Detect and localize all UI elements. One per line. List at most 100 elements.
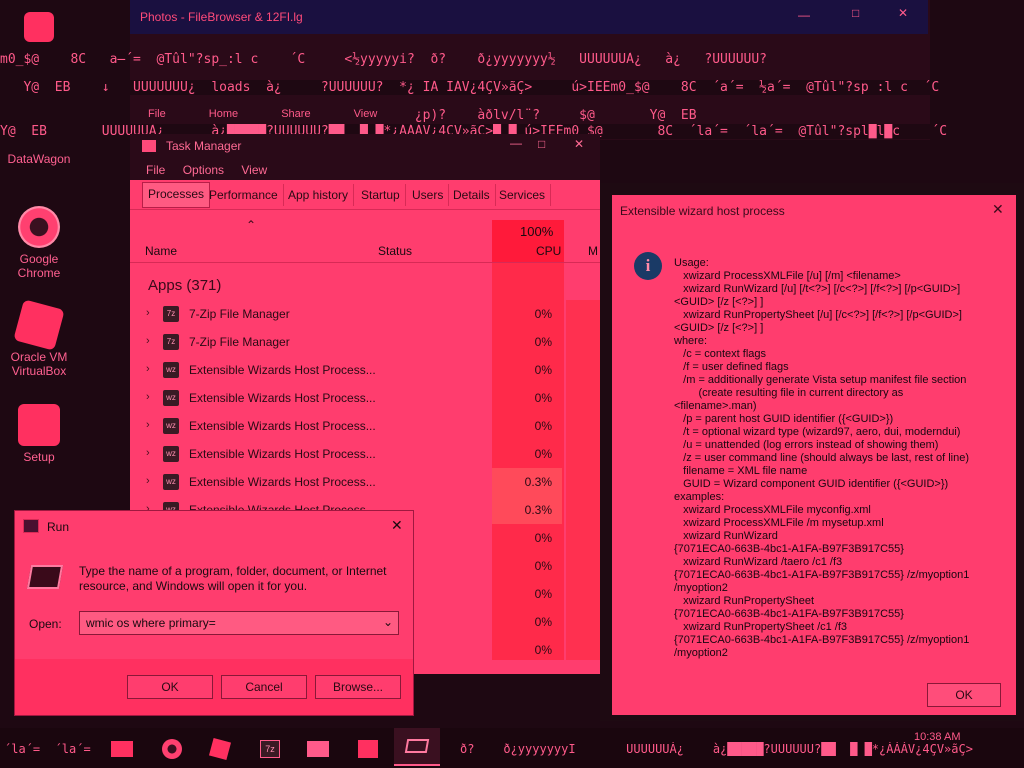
wizard-icon: wz bbox=[163, 418, 179, 434]
xwizard-dialog-body: Extensible wizard host process ✕ i Usage… bbox=[612, 195, 1016, 715]
process-name: 7-Zip File Manager bbox=[189, 335, 290, 349]
tab-users[interactable]: Users bbox=[407, 184, 450, 206]
table-row[interactable]: › wz Extensible Wizards Host Process... 0% bbox=[130, 384, 600, 412]
xwizard-dialog: Extensible wizard host process ✕ i Usage… bbox=[600, 183, 1024, 721]
maximize-icon[interactable]: □ bbox=[852, 6, 859, 20]
menu-file[interactable]: File bbox=[146, 163, 165, 177]
wizard-icon: wz bbox=[163, 446, 179, 462]
datawagon-icon bbox=[24, 12, 54, 42]
virtualbox-icon[interactable] bbox=[202, 734, 238, 764]
process-cpu: 0% bbox=[534, 335, 552, 349]
header-divider bbox=[130, 262, 600, 263]
process-cpu: 0.3% bbox=[492, 468, 562, 496]
column-header-status[interactable]: Status bbox=[378, 244, 412, 258]
process-cpu: 0% bbox=[534, 447, 552, 461]
tm-scrollbar[interactable] bbox=[566, 300, 600, 660]
tm-close-icon[interactable]: ✕ bbox=[574, 137, 584, 151]
tab-performance[interactable]: Performance bbox=[204, 184, 284, 206]
process-cpu: 0% bbox=[534, 559, 552, 573]
setup-icon bbox=[18, 404, 60, 446]
expand-chevron-icon[interactable]: › bbox=[146, 307, 150, 319]
xwizard-message: Usage: xwizard ProcessXMLFile [/u] [/m] … bbox=[674, 257, 970, 659]
chrome-icon[interactable] bbox=[154, 734, 190, 764]
run-browse-button[interactable]: Browse... bbox=[315, 675, 401, 699]
7zip-icon: 7z bbox=[163, 334, 179, 350]
tm-minimize-icon[interactable]: — bbox=[510, 136, 522, 150]
taskbar-garbage-left: ´la´= ´la´= bbox=[4, 742, 91, 756]
setup-icon[interactable] bbox=[350, 734, 386, 764]
expand-chevron-icon[interactable]: › bbox=[146, 419, 150, 431]
table-row[interactable]: › 7z 7-Zip File Manager 0% bbox=[130, 328, 600, 356]
column-header-cpu[interactable]: CPU bbox=[536, 244, 561, 258]
explorer-title: Photos - FileBrowser & 12FI.lg bbox=[140, 10, 303, 24]
process-cpu: 0% bbox=[534, 531, 552, 545]
chrome-icon bbox=[18, 206, 60, 248]
process-name: Extensible Wizards Host Process... bbox=[189, 363, 376, 377]
column-header-memory[interactable]: M bbox=[588, 244, 598, 258]
column-header-name[interactable]: Name bbox=[145, 244, 177, 258]
table-row[interactable]: › wz Extensible Wizards Host Process... 0% bbox=[130, 412, 600, 440]
tab-details[interactable]: Details bbox=[448, 184, 496, 206]
menu-options[interactable]: Options bbox=[183, 163, 224, 177]
tab-startup[interactable]: Startup bbox=[356, 184, 406, 206]
table-row[interactable]: › wz Extensible Wizards Host Process... 0% bbox=[130, 356, 600, 384]
run-command-input[interactable]: wmic os where primary= bbox=[79, 611, 399, 635]
run-ok-button[interactable]: OK bbox=[127, 675, 213, 699]
table-row[interactable]: › wz Extensible Wizards Host Process... 0% bbox=[130, 440, 600, 468]
table-row[interactable]: › 7z 7-Zip File Manager 0% bbox=[130, 300, 600, 328]
desktop-icon-label: Setup bbox=[23, 450, 55, 464]
close-icon[interactable]: ✕ bbox=[898, 6, 908, 20]
process-name: Extensible Wizards Host Process... bbox=[189, 475, 376, 489]
process-name: Extensible Wizards Host Process... bbox=[189, 419, 376, 433]
process-cpu: 0% bbox=[534, 615, 552, 629]
menu-view[interactable]: View bbox=[241, 163, 267, 177]
process-name: Extensible Wizards Host Process... bbox=[189, 447, 376, 461]
tm-maximize-icon[interactable]: □ bbox=[538, 137, 545, 151]
task-manager-icon bbox=[142, 140, 156, 152]
tm-menubar: File Options View bbox=[130, 158, 600, 180]
desktop-icon-label: Google Chrome bbox=[17, 252, 61, 280]
expand-chevron-icon[interactable]: › bbox=[146, 363, 150, 375]
photos-icon[interactable] bbox=[300, 734, 336, 764]
xwizard-close-icon[interactable]: ✕ bbox=[992, 201, 1004, 218]
wizard-icon: wz bbox=[163, 390, 179, 406]
process-cpu: 0% bbox=[534, 643, 552, 657]
tab-services[interactable]: Services bbox=[494, 184, 552, 206]
tab-app-history[interactable]: App history bbox=[283, 184, 355, 206]
process-cpu: 0% bbox=[534, 391, 552, 405]
process-cpu: 0% bbox=[534, 587, 552, 601]
system-clock[interactable]: 10:38 AM bbox=[914, 731, 960, 743]
sort-arrow-icon: ⌃ bbox=[246, 218, 257, 232]
process-cpu: 0% bbox=[534, 363, 552, 377]
xwizard-ok-button[interactable]: OK bbox=[927, 683, 1001, 707]
tab-processes[interactable]: Processes bbox=[142, 182, 211, 208]
run-close-icon[interactable]: ✕ bbox=[391, 517, 403, 534]
desktop-icon-label: DataWagon bbox=[7, 152, 71, 166]
run-description: Type the name of a program, folder, docu… bbox=[79, 564, 387, 593]
7zip-icon: 7z bbox=[163, 306, 179, 322]
table-row[interactable]: › wz Extensible Wizards Host Process... 0.3… bbox=[130, 468, 600, 496]
garbage-text-line: Y@ ËB ↓ UUUUUUU¿ loads à¿ ?UUUUUU? *¿ IÁ… bbox=[0, 80, 1024, 95]
expand-chevron-icon[interactable]: › bbox=[146, 475, 150, 487]
expand-chevron-icon[interactable]: › bbox=[146, 335, 150, 347]
xwizard-title: Extensible wizard host process bbox=[620, 204, 785, 218]
run-dialog-icon bbox=[23, 519, 39, 533]
file-explorer-icon[interactable] bbox=[104, 734, 140, 764]
expand-chevron-icon[interactable]: › bbox=[146, 447, 150, 459]
desktop-icon-setup[interactable]: Setup bbox=[4, 404, 74, 464]
task-manager-title: Task Manager bbox=[166, 139, 242, 153]
desktop-icon-label: Oracle VM VirtualBox bbox=[10, 350, 68, 378]
desktop-icon-chrome[interactable]: Google Chrome bbox=[4, 206, 74, 280]
run-icon[interactable] bbox=[394, 728, 440, 766]
run-cancel-button[interactable]: Cancel bbox=[221, 675, 307, 699]
run-command-text: wmic os where primary= bbox=[86, 616, 216, 630]
info-icon: i bbox=[634, 252, 662, 280]
wizard-icon: wz bbox=[163, 474, 179, 490]
dropdown-chevron-icon[interactable]: ⌄ bbox=[383, 615, 393, 629]
desktop-icon-virtualbox[interactable]: Oracle VM VirtualBox bbox=[4, 299, 74, 378]
7zip-icon[interactable]: 7z bbox=[252, 734, 288, 764]
minimize-icon[interactable]: — bbox=[798, 8, 810, 22]
run-dialog: Run ✕ Type the name of a program, folder… bbox=[14, 510, 414, 716]
expand-chevron-icon[interactable]: › bbox=[146, 391, 150, 403]
garbage-text-line: m0_$@ 8C a̶´= @Tûl"?sp_:l c ´C <½yyyyyi?… bbox=[0, 52, 768, 67]
